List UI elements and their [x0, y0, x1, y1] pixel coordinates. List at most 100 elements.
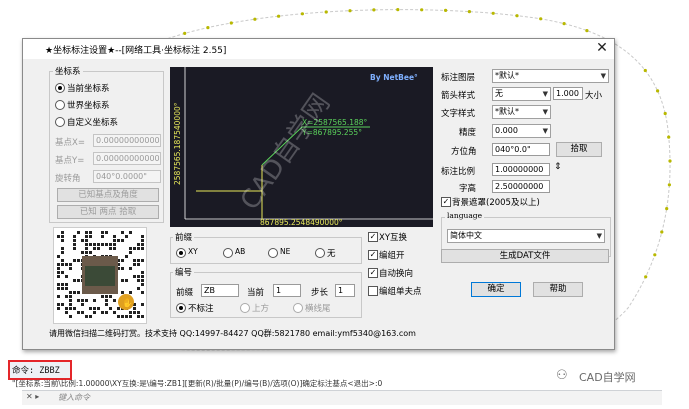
vertex-marker [660, 230, 664, 234]
single-point-checkbox[interactable] [368, 286, 378, 296]
arrow-style-combo[interactable]: 无 ▼ [492, 87, 551, 101]
qr-module [77, 231, 80, 234]
qr-module [141, 235, 144, 238]
qr-module [137, 279, 140, 282]
command-options-icon[interactable]: ✕ ▸ [26, 392, 39, 401]
qr-module [61, 259, 64, 262]
vertex-marker [667, 135, 671, 139]
radio-prefix-xy[interactable] [176, 248, 186, 258]
radio-world-ucs-label: 世界坐标系 [67, 101, 110, 111]
qr-module [73, 247, 76, 250]
scale-field[interactable]: 1.00000000 [492, 163, 550, 176]
qr-module [93, 311, 96, 314]
radio-prefix-ne[interactable] [268, 248, 278, 258]
qr-module [141, 279, 144, 282]
qr-module [129, 311, 132, 314]
qr-module [81, 303, 84, 306]
scale-link-icon[interactable]: ⇕ [554, 162, 562, 172]
radio-pos-tail[interactable] [293, 303, 303, 313]
xy-swap-label: XY互换 [379, 233, 408, 243]
arrow-size-field[interactable]: 1.000 [553, 87, 583, 100]
qr-code-image: ✋ [53, 227, 147, 324]
vertex-marker [444, 8, 448, 12]
language-combo[interactable]: 简体中文 ▼ [447, 229, 605, 243]
qr-module [73, 307, 76, 310]
base-x-field[interactable]: 0.000000000000 [93, 134, 161, 147]
qr-module [129, 267, 132, 270]
radio-prefix-none[interactable] [315, 248, 325, 258]
radio-current-ucs[interactable] [55, 83, 65, 93]
scale-label: 标注比例 [441, 167, 476, 177]
text-style-combo[interactable]: *默认* ▼ [492, 105, 551, 119]
prefix-group-label: 前缀 [173, 231, 195, 243]
qr-module [89, 235, 92, 238]
bg-mask-checkbox[interactable]: ✓ [441, 197, 451, 207]
number-step-field[interactable]: 1 [335, 284, 355, 297]
number-prefix-field[interactable]: ZB [201, 284, 239, 297]
qr-module [89, 251, 92, 254]
qr-module [85, 243, 88, 246]
generate-dat-button[interactable]: 生成DAT文件 [441, 249, 609, 263]
ok-button[interactable]: 确定 [471, 282, 521, 297]
qr-module [57, 235, 60, 238]
help-button[interactable]: 帮助 [533, 282, 583, 297]
radio-pos-none[interactable] [176, 303, 186, 313]
vertex-marker [229, 21, 233, 25]
qr-module [121, 315, 124, 318]
vertex-marker [668, 159, 672, 163]
qr-code-graphic: ✋ [57, 231, 144, 318]
qr-module [125, 279, 128, 282]
radio-prefix-ab[interactable] [223, 248, 233, 258]
pick-azimuth-button[interactable]: 拾取 [556, 142, 602, 157]
qr-module [105, 311, 108, 314]
layer-combo[interactable]: *默认* ▼ [492, 69, 609, 83]
qr-module [85, 239, 88, 242]
vertex-marker [183, 31, 187, 35]
qr-module [89, 307, 92, 310]
qr-module [113, 235, 116, 238]
known-base-angle-button[interactable]: 已知基点及角度 [57, 188, 159, 202]
xy-swap-checkbox[interactable]: ✓ [368, 232, 378, 242]
text-height-field[interactable]: 2.50000000 [492, 180, 550, 193]
known-two-points-button[interactable]: 已知 两点 拾取 [57, 205, 159, 219]
qr-module [133, 307, 136, 310]
radio-pos-none-label: 不标注 [188, 304, 214, 314]
qr-module [121, 239, 124, 242]
vertex-marker [665, 207, 669, 211]
radio-prefix-xy-label: XY [188, 247, 198, 256]
watermark-text: CAD自学网 [579, 371, 636, 384]
dialog-titlebar[interactable]: ★坐标标注设置★--[网络工具·坐标标注 2.55] ✕ [23, 39, 614, 59]
number-step-label: 步长 [311, 288, 329, 298]
qr-module [73, 239, 76, 242]
qr-module [69, 295, 72, 298]
close-icon[interactable]: ✕ [593, 40, 611, 56]
qr-module [77, 299, 80, 302]
qr-module [73, 243, 76, 246]
qr-module [61, 287, 64, 290]
command-input-bar[interactable]: ✕ ▸ 键入命令 [22, 390, 662, 405]
qr-module [129, 291, 132, 294]
radio-custom-ucs[interactable] [55, 117, 65, 127]
qr-module [137, 259, 140, 262]
numbering-on-checkbox[interactable]: ✓ [368, 250, 378, 260]
arrow-style-label: 箭头样式 [441, 91, 476, 101]
qr-module [97, 307, 100, 310]
radio-pos-above[interactable] [240, 303, 250, 313]
qr-module [121, 231, 124, 234]
qr-module [133, 263, 136, 266]
rotation-field[interactable]: 040°0.0000" [93, 170, 161, 183]
base-y-field[interactable]: 0.000000000000 [93, 152, 161, 165]
chevron-down-icon: ▼ [542, 90, 548, 98]
auto-wrap-checkbox[interactable]: ✓ [368, 268, 378, 278]
qr-module [85, 231, 88, 234]
radio-prefix-none-label: 无 [327, 249, 336, 259]
azimuth-field[interactable]: 040°0.0" [492, 143, 550, 156]
number-current-field[interactable]: 1 [273, 284, 301, 297]
qr-module [101, 311, 104, 314]
qr-module [125, 315, 128, 318]
qr-module [137, 243, 140, 246]
qr-module [61, 271, 64, 274]
qr-module [101, 295, 104, 298]
radio-world-ucs[interactable] [55, 100, 65, 110]
precision-combo[interactable]: 0.000 ▼ [492, 124, 551, 138]
